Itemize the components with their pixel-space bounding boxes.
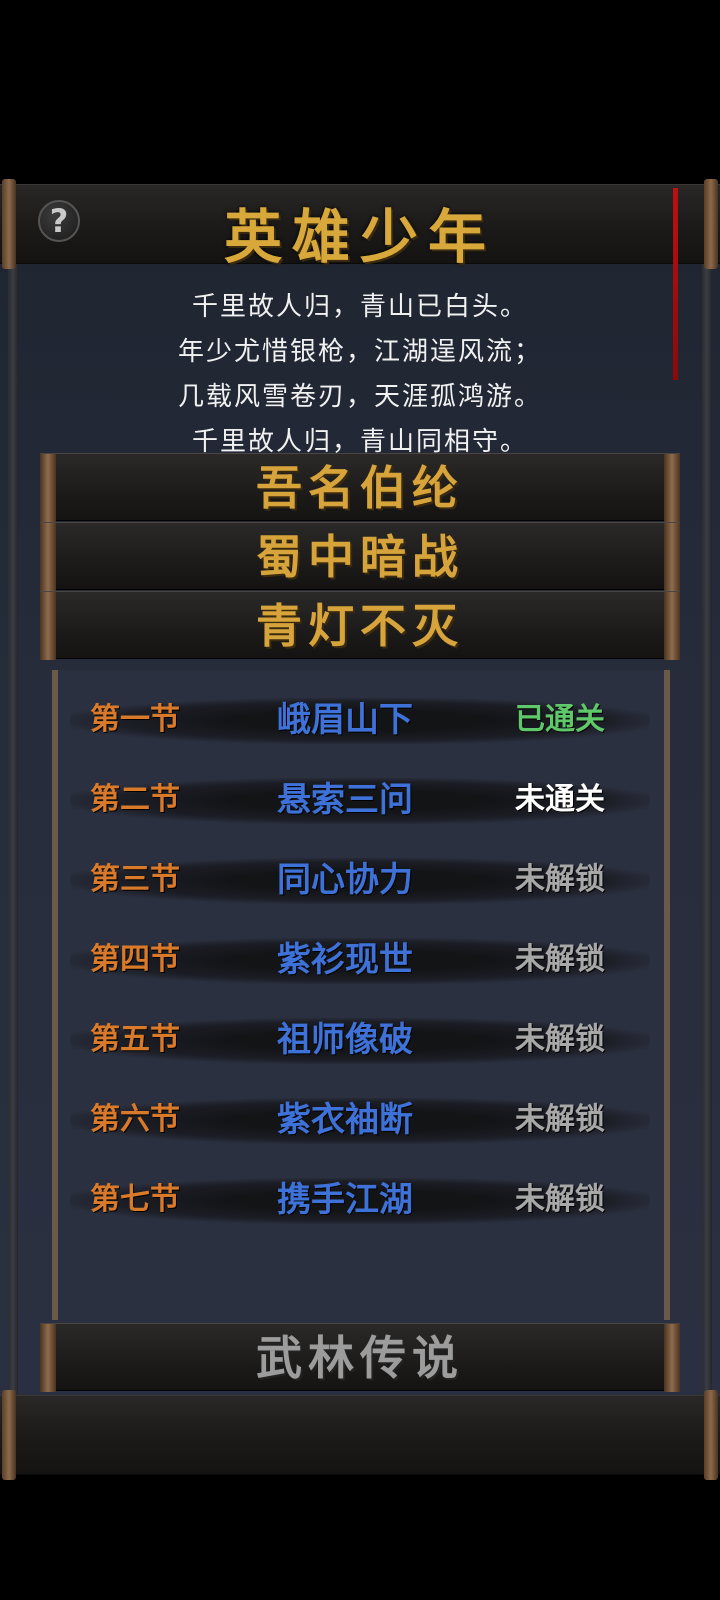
chapter-status: 未解锁 [515, 1182, 605, 1217]
poem-line: 千里故人归，青山已白头。 [191, 292, 528, 322]
section-title: 吾名伯纶 [256, 461, 464, 515]
section-title: 青灯不灭 [256, 599, 464, 653]
chapter-number: 第一节 [90, 702, 180, 737]
section-wuming-bolun[interactable]: 吾名伯纶 [40, 453, 680, 522]
poem-line: 几载风雪卷刃，天涯孤鸿游。 [177, 382, 542, 412]
chapter-number: 第二节 [90, 782, 180, 817]
chapter-number: 第四节 [90, 942, 180, 977]
chapter-status: 未解锁 [515, 862, 605, 897]
rod-cap-left [2, 1390, 16, 1480]
chapter-number: 第五节 [90, 1022, 180, 1057]
section-qingdeng-bumie[interactable]: 青灯不灭 [40, 591, 680, 660]
section-title: 蜀中暗战 [256, 530, 464, 584]
chapter-name: 峨眉山下 [277, 700, 413, 740]
chapter-name: 紫衣袖断 [277, 1100, 413, 1140]
chapter-row[interactable]: 第三节 同心协力 未解锁 [60, 850, 660, 910]
chapter-status: 已通关 [515, 702, 605, 737]
chapter-status: 未解锁 [515, 942, 605, 977]
chapter-name: 携手江湖 [277, 1180, 413, 1220]
section-title: 武林传说 [256, 1331, 464, 1385]
chapter-name: 紫衫现世 [277, 940, 413, 980]
chapter-row[interactable]: 第六节 紫衣袖断 未解锁 [60, 1090, 660, 1150]
chapter-number: 第六节 [90, 1102, 180, 1137]
page-title: 英雄少年 [223, 203, 496, 271]
chapter-row[interactable]: 第四节 紫衫现世 未解锁 [60, 930, 660, 990]
chapter-name: 同心协力 [277, 860, 413, 900]
chapter-status: 未解锁 [515, 1022, 605, 1057]
rod-cap-right [704, 1390, 718, 1480]
scroll-bottom-rod [0, 1390, 720, 1480]
poem-line: 年少尤惜银枪，江湖逞风流； [177, 337, 542, 367]
chapter-number: 第七节 [90, 1182, 180, 1217]
chapter-row[interactable]: 第一节 峨眉山下 已通关 [60, 690, 660, 750]
chapter-row[interactable]: 第七节 携手江湖 未解锁 [60, 1170, 660, 1230]
chapter-name: 悬索三问 [277, 780, 413, 820]
chapter-number: 第三节 [90, 862, 180, 897]
chapter-row[interactable]: 第二节 悬索三问 未通关 [60, 770, 660, 830]
section-wulin-chuanshuo[interactable]: 武林传说 [40, 1323, 680, 1392]
chapter-row[interactable]: 第五节 祖师像破 未解锁 [60, 1010, 660, 1070]
chapter-status: 未通关 [515, 782, 605, 817]
chapter-status: 未解锁 [515, 1102, 605, 1137]
section-shuzhong-anzhan[interactable]: 蜀中暗战 [40, 522, 680, 591]
poem: 千里故人归，青山已白头。 年少尤惜银枪，江湖逞风流； 几载风雪卷刃，天涯孤鸿游。… [0, 285, 720, 465]
chapter-name: 祖师像破 [277, 1020, 413, 1060]
